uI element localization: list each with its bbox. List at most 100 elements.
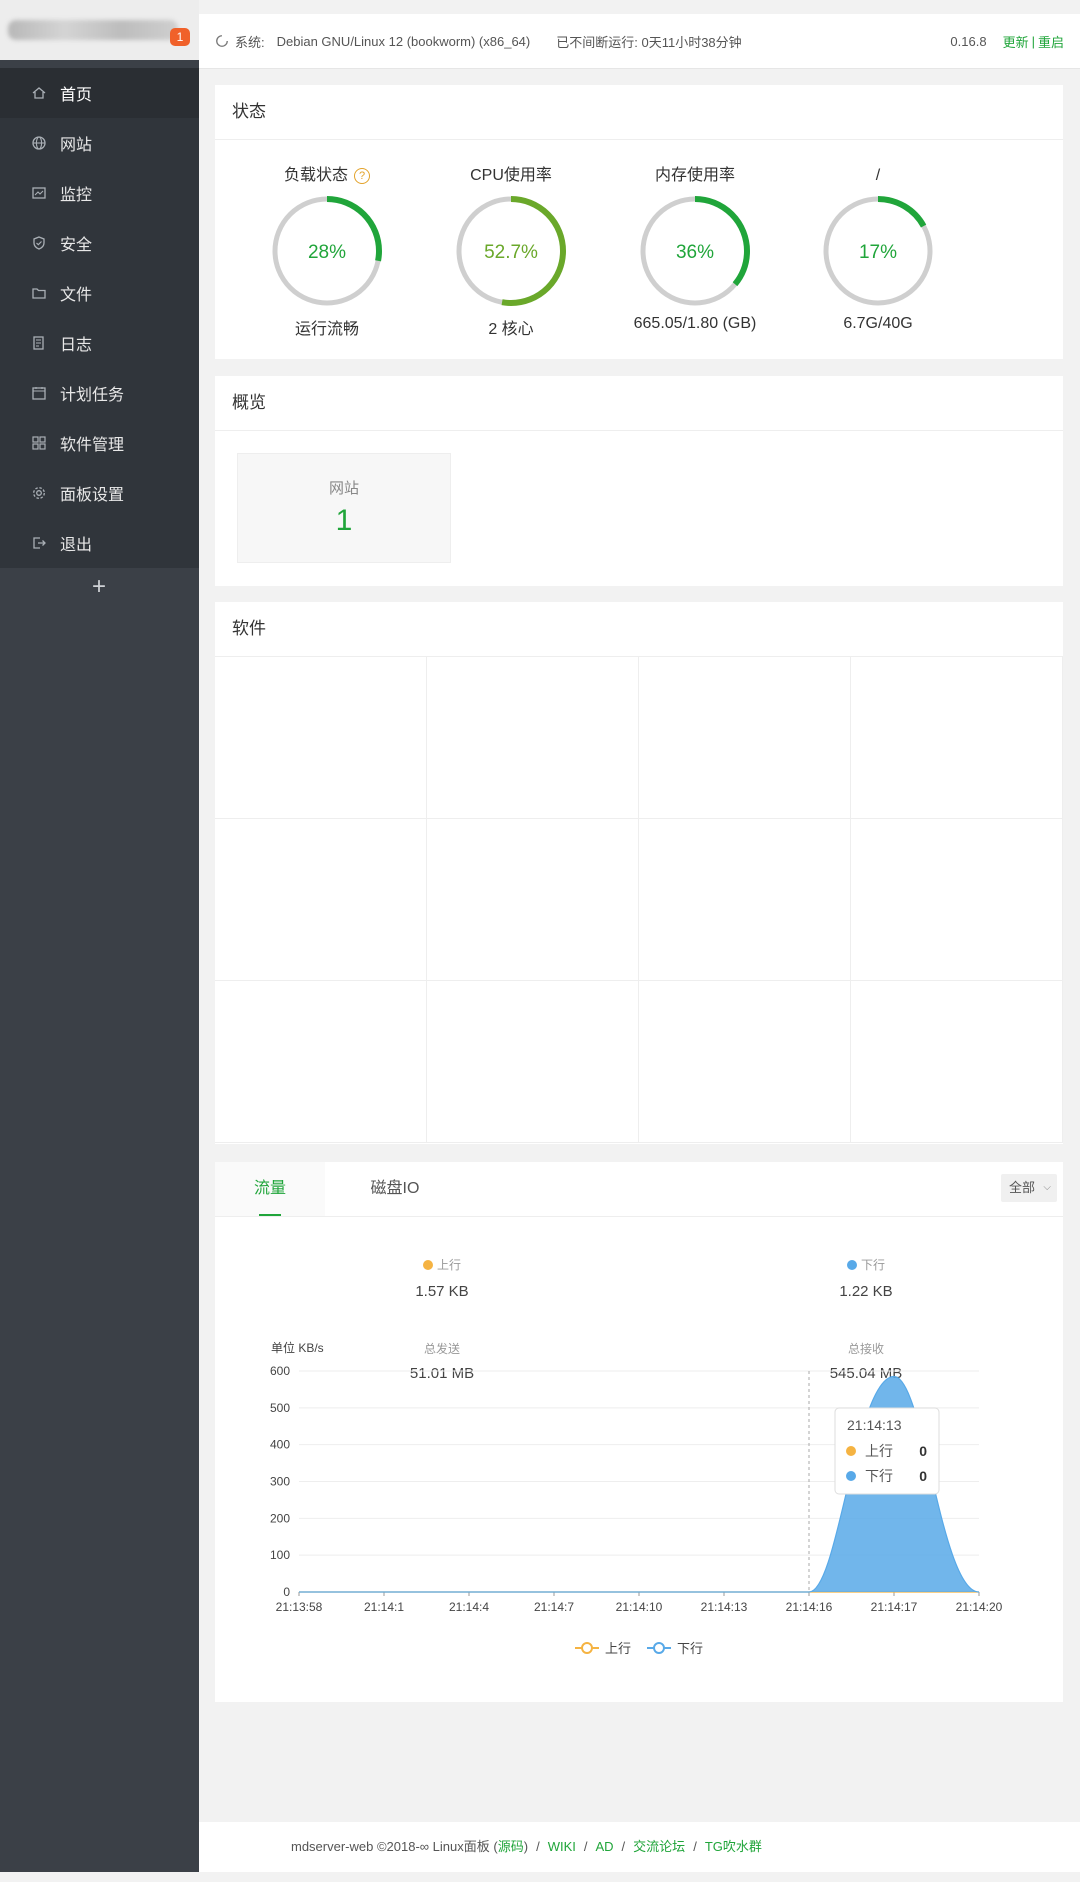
sidebar-item-label: 软件管理: [60, 437, 125, 454]
software-slot[interactable]: [427, 657, 639, 819]
tooltip-time: 21:14:13: [847, 1417, 902, 1433]
software-slot[interactable]: [427, 981, 639, 1143]
sidebar-item-2[interactable]: 监控: [0, 168, 199, 218]
sidebar-item-label: 文件: [60, 287, 93, 304]
footer-link-2[interactable]: 交流论坛: [633, 1822, 685, 1872]
status-panel: 状态 负载状态? 28% 运行流畅 CPU使用率 52.7% 2 核心 内存使用率 36% 66…: [215, 85, 1063, 359]
x-tick-label: 21:14:20: [956, 1600, 1003, 1614]
sidebar-item-3[interactable]: 安全: [0, 218, 199, 268]
x-tick-label: 21:14:1: [364, 1600, 404, 1614]
tooltip-up-dot-icon: [846, 1446, 856, 1456]
footer-separator: /: [693, 1839, 697, 1854]
footer-separator: /: [536, 1839, 540, 1854]
globe-icon: [30, 134, 48, 152]
software-slot[interactable]: [639, 819, 851, 981]
gauge-ring: 52.7%: [456, 196, 566, 306]
gauge-title: /: [778, 165, 978, 187]
loading-icon: [216, 35, 228, 47]
overview-site-card[interactable]: 网站 1: [237, 453, 451, 563]
folder-icon: [30, 284, 48, 302]
gauge-value: 52.7%: [484, 242, 538, 263]
footer-paren: ): [523, 1839, 529, 1854]
add-shortcut-button[interactable]: +: [84, 572, 114, 602]
restart-link[interactable]: 重启: [1038, 32, 1064, 51]
system-info-bar: 系统: Debian GNU/Linux 12 (bookworm) (x86_…: [199, 14, 1080, 69]
help-icon[interactable]: ?: [354, 168, 370, 184]
x-tick-label: 21:14:7: [534, 1600, 574, 1614]
gauge-foot: 665.05/1.80 (GB): [633, 315, 757, 332]
software-panel: 软件: [215, 602, 1063, 1144]
gauge-1: CPU使用率 52.7% 2 核心: [411, 165, 611, 339]
software-slot[interactable]: [215, 657, 427, 819]
brand-area: 1: [0, 0, 199, 60]
sidebar-item-label: 面板设置: [60, 487, 125, 504]
gauge-title: CPU使用率: [411, 165, 611, 187]
gauge-ring: 28%: [272, 196, 382, 306]
version-number: 0.16.8: [950, 33, 987, 49]
x-tick-label: 21:14:13: [701, 1600, 748, 1614]
status-title: 状态: [215, 85, 1063, 140]
legend-marker-1: [653, 1642, 665, 1654]
sidebar-item-1[interactable]: 网站: [0, 118, 199, 168]
sidebar-item-4[interactable]: 文件: [0, 268, 199, 318]
sidebar-item-9[interactable]: 退出: [0, 518, 199, 568]
uptime-text: 已不间断运行: 0天11小时38分钟: [556, 34, 742, 50]
x-tick-label: 21:14:10: [616, 1600, 663, 1614]
gauge-row: 负载状态? 28% 运行流畅 CPU使用率 52.7% 2 核心 内存使用率 36% 665.0…: [215, 165, 1063, 338]
footer-separator: /: [583, 1839, 588, 1854]
software-slot[interactable]: [639, 981, 851, 1143]
software-slot[interactable]: [639, 657, 851, 819]
gauge-foot: 6.7G/40G: [843, 315, 913, 332]
legend-marker-0: [581, 1642, 593, 1654]
software-slot[interactable]: [851, 819, 1063, 981]
sidebar-item-label: 安全: [60, 237, 93, 254]
sidebar-item-label: 监控: [60, 187, 93, 204]
system-value: Debian GNU/Linux 12 (bookworm) (x86_64): [276, 33, 531, 49]
sidebar-item-8[interactable]: 面板设置: [0, 468, 199, 518]
software-slot[interactable]: [215, 981, 427, 1143]
gauge-title: 内存使用率: [595, 165, 795, 187]
software-slot[interactable]: [215, 819, 427, 981]
link-separator: |: [1031, 33, 1035, 49]
traffic-chart[interactable]: 单位 KB/s 0 100 200 300 400 500 600 21:13:58 21:14:…: [215, 1162, 1063, 1702]
sidebar-item-5[interactable]: 日志: [0, 318, 199, 368]
blurred-logo: [8, 20, 178, 40]
update-link[interactable]: 更新: [1003, 32, 1029, 51]
version-area: 0.16.8 更新 | 重启: [950, 32, 1064, 51]
site-count-label: 网站: [328, 480, 359, 497]
monitor-icon: [30, 184, 48, 202]
gauge-title-text: /: [875, 167, 881, 184]
footer-separator: /: [621, 1839, 626, 1854]
footer-copyright: mdserver-web ©2018-∞ Linux面板 (: [291, 1839, 498, 1854]
y-tick-label: 100: [270, 1548, 290, 1562]
home-icon: [30, 84, 48, 102]
sidebar-item-label: 退出: [60, 537, 93, 554]
gauge-title-text: 内存使用率: [654, 167, 735, 184]
software-slot[interactable]: [851, 657, 1063, 819]
sidebar-menu: 首页 网站监控安全文件日志 计划任务软件管理面板设置退出: [0, 68, 199, 568]
gear-icon: [30, 484, 48, 502]
tooltip-down-value: 0: [919, 1468, 927, 1484]
legend-label-1: 下行: [677, 1641, 703, 1656]
notification-badge[interactable]: 1: [170, 28, 190, 46]
y-tick-label: 300: [270, 1475, 290, 1489]
x-tick-label: 21:14:16: [786, 1600, 833, 1614]
y-tick-label: 0: [283, 1585, 290, 1599]
footer-link-1[interactable]: AD: [595, 1822, 613, 1872]
gauge-foot: 运行流畅: [294, 321, 359, 338]
software-grid: [215, 657, 1063, 1144]
footer-inner: mdserver-web ©2018-∞ Linux面板 ( 源码 ) / WIK…: [291, 1822, 762, 1872]
footer-link-0[interactable]: WIKI: [548, 1822, 576, 1872]
gauge-value: 17%: [859, 242, 897, 263]
gauge-ring: 36%: [640, 196, 750, 306]
overview-title: 概览: [215, 376, 1063, 431]
software-slot[interactable]: [427, 819, 639, 981]
sidebar-item-0[interactable]: 首页: [0, 68, 199, 118]
footer-source-link[interactable]: 源码: [498, 1822, 524, 1872]
sidebar-item-6[interactable]: 计划任务: [0, 368, 199, 418]
shield-icon: [30, 234, 48, 252]
footer-link-3[interactable]: TG吹水群: [705, 1822, 762, 1872]
legend-label-0: 上行: [605, 1641, 631, 1656]
sidebar-item-7[interactable]: 软件管理: [0, 418, 199, 468]
software-slot[interactable]: [851, 981, 1063, 1143]
